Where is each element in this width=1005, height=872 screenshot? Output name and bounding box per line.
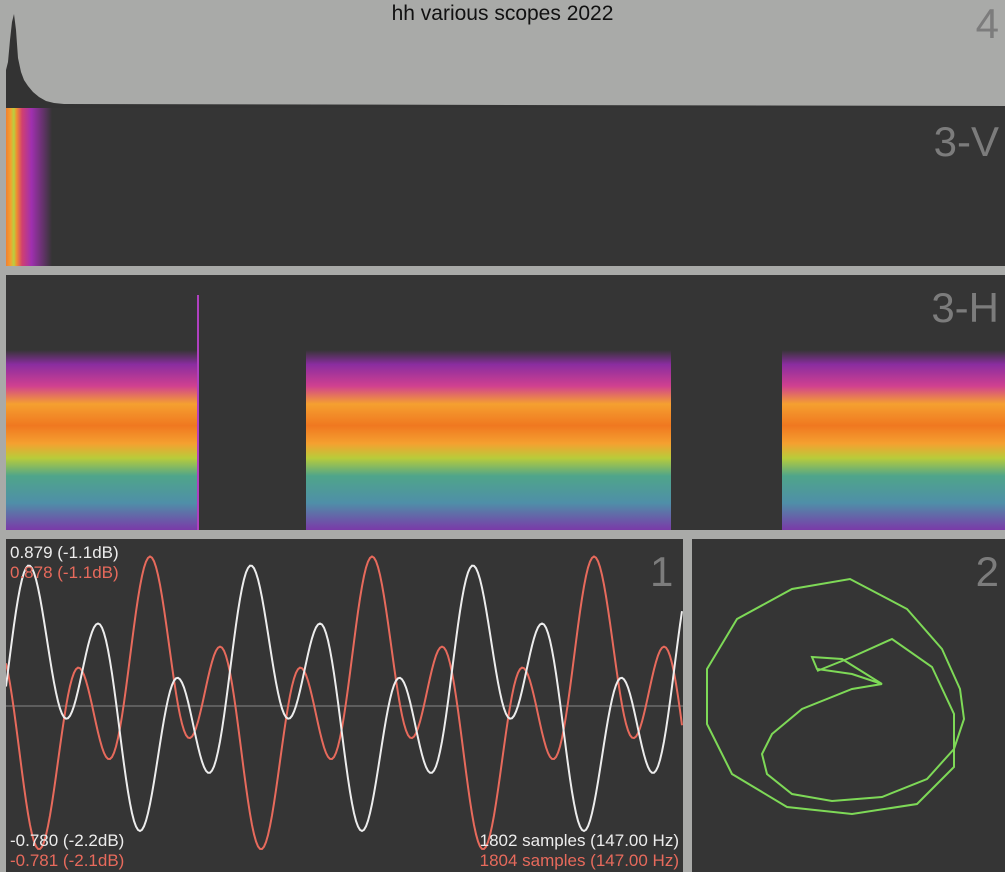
oscilloscope-panel: 0.879 (-1.1dB) 0.878 (-1.1dB) -0.780 (-2… [6, 539, 683, 872]
panel-number-4: 4 [975, 0, 999, 47]
panel-number-3v: 3-V [933, 118, 999, 165]
min-value-white: -0.780 (-2.2dB) [10, 831, 125, 850]
lissajous-plot [706, 577, 966, 816]
lissajous-trace [706, 577, 966, 816]
red-trace [6, 555, 683, 851]
oscilloscope-plot [6, 555, 683, 851]
spectrogram-block-1 [6, 350, 199, 530]
spectrogram-vertical-plot [6, 108, 52, 266]
spectrogram-horizontal-plot [6, 295, 1005, 530]
spectrum-curve [6, 14, 1005, 108]
lissajous-panel [692, 539, 1005, 872]
spectrogram-vertical-panel [6, 108, 1005, 266]
panel-number-1: 1 [650, 548, 674, 595]
spectrum-plot [6, 14, 1005, 108]
max-value-white: 0.879 (-1.1dB) [10, 543, 119, 562]
panel-number-2: 2 [975, 548, 999, 595]
samples-white: 1802 samples (147.00 Hz) [479, 831, 679, 850]
spectrogram-block-2 [306, 350, 671, 530]
panel-number-3h: 3-H [931, 284, 999, 331]
spectrogram-horizontal-panel [6, 275, 1005, 530]
spectrogram-block-3 [782, 350, 1005, 530]
samples-red: 1804 samples (147.00 Hz) [479, 851, 679, 870]
max-value-red: 0.878 (-1.1dB) [10, 563, 119, 582]
min-value-red: -0.781 (-2.1dB) [10, 851, 125, 870]
